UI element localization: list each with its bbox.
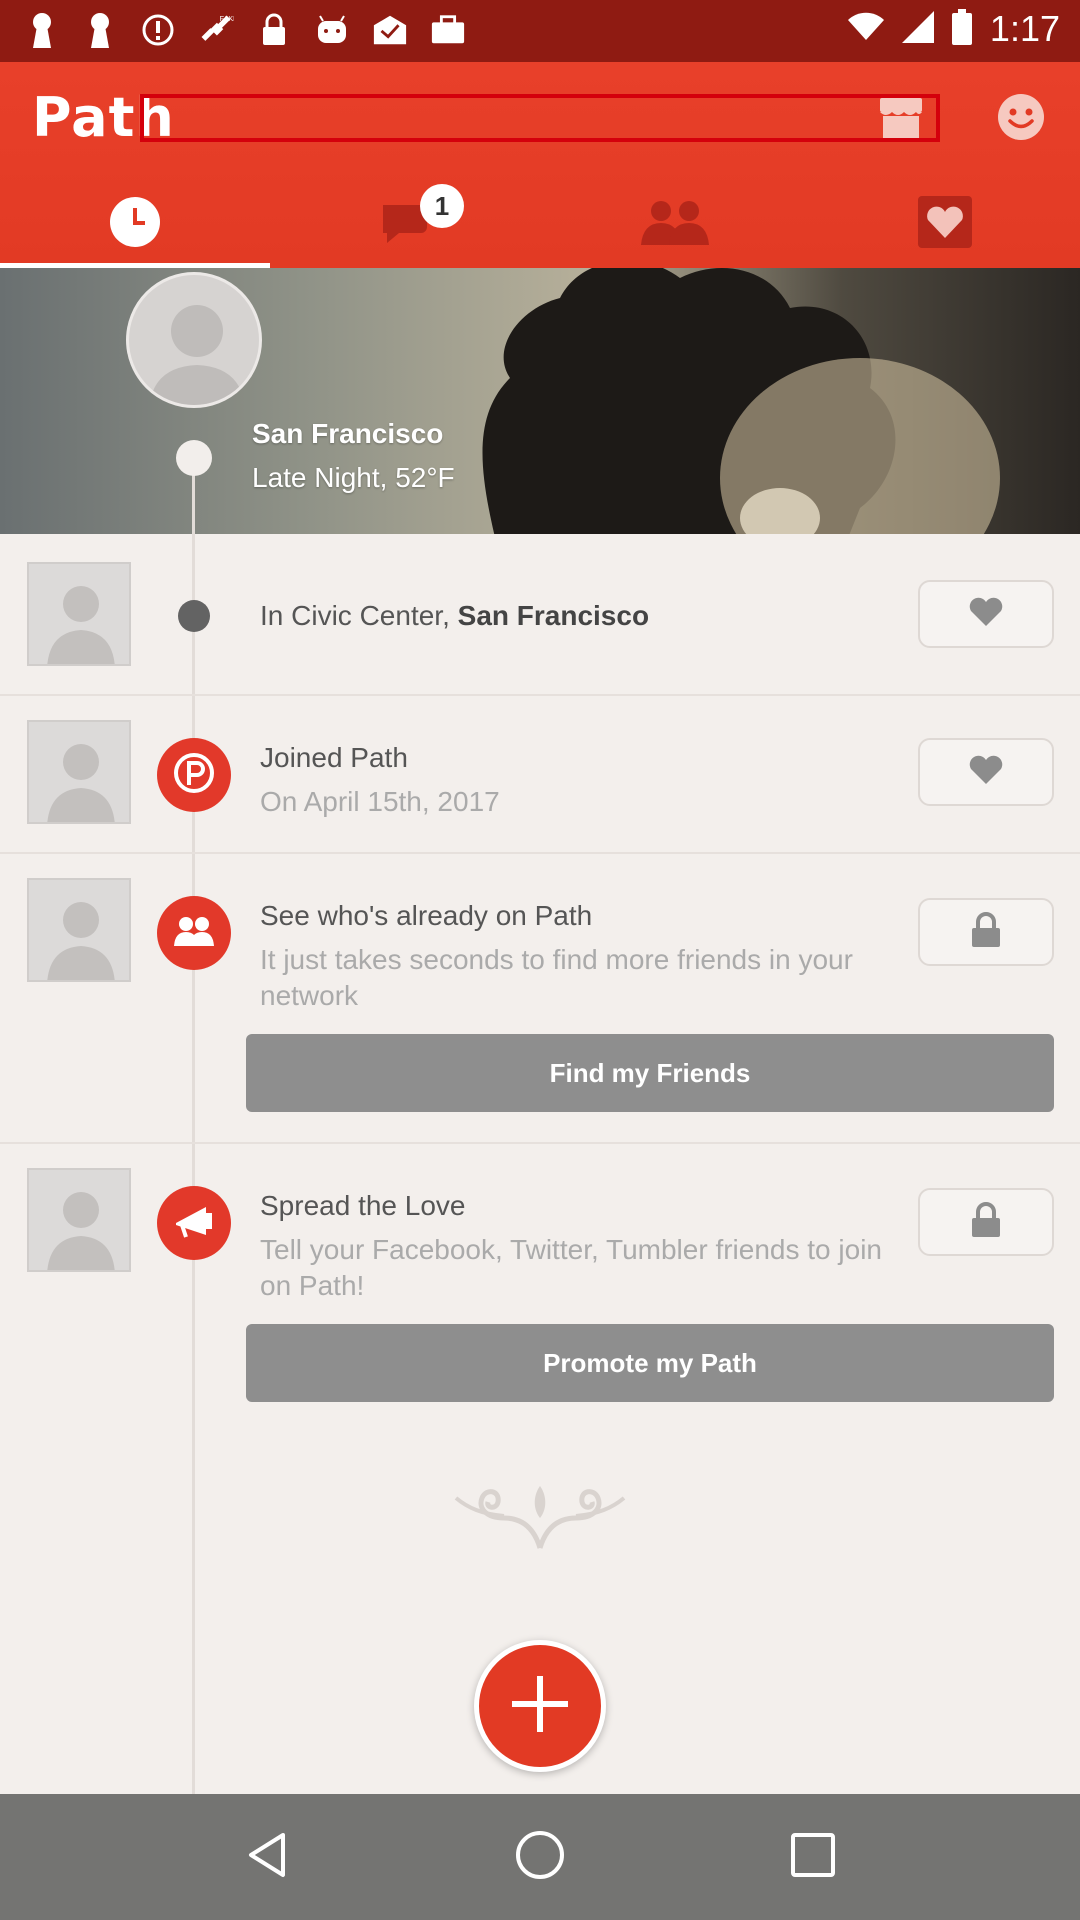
moment-subtitle: On April 15th, 2017 — [260, 786, 500, 817]
avatar — [27, 720, 131, 824]
search-field[interactable] — [140, 94, 940, 142]
recents-square-icon — [789, 1831, 837, 1884]
moment-subtitle: It just takes seconds to find more frien… — [260, 944, 853, 1011]
tab-bar: 1 — [0, 180, 1080, 268]
cover-weather: Late Night, 52°F — [252, 462, 455, 493]
cover-location: San Francisco — [252, 418, 444, 449]
friends-node — [157, 896, 231, 970]
shop-icon[interactable] — [876, 96, 926, 140]
path-logo-node — [157, 738, 231, 812]
lock-button[interactable] — [918, 898, 1054, 966]
recents-button[interactable] — [768, 1812, 858, 1902]
message-badge: 1 — [420, 184, 464, 228]
mail-check-icon — [372, 10, 408, 50]
notification-icons: FAKE — [24, 10, 466, 50]
people-icon — [639, 199, 711, 250]
avatar — [27, 1168, 131, 1272]
tab-timeline[interactable] — [0, 180, 270, 268]
home-button[interactable] — [495, 1812, 585, 1902]
alert-icon — [140, 10, 176, 50]
wifi-icon — [847, 12, 884, 47]
megaphone-icon — [172, 1203, 216, 1244]
tab-love[interactable] — [810, 180, 1080, 268]
moment-find-friends: See who's already on Path It just takes … — [0, 854, 1080, 1144]
plus-icon — [510, 1674, 570, 1739]
love-button[interactable] — [918, 738, 1054, 806]
location-dot — [178, 600, 210, 632]
system-nav-bar — [0, 1794, 1080, 1920]
love-button[interactable] — [918, 580, 1054, 648]
moment-joined[interactable]: Joined Path On April 15th, 2017 — [0, 696, 1080, 854]
tab-friends[interactable] — [540, 180, 810, 268]
tab-messages[interactable]: 1 — [270, 180, 540, 268]
app-header: Path 1 — [0, 62, 1080, 268]
status-bar: FAKE 1:17 — [0, 0, 1080, 62]
back-button[interactable] — [222, 1812, 312, 1902]
moment-title: Spread the Love — [260, 1190, 466, 1221]
lock-icon — [969, 911, 1003, 954]
heart-icon — [967, 754, 1005, 791]
smiley-icon[interactable] — [996, 92, 1046, 142]
lock-icon — [969, 1201, 1003, 1244]
clock-time: 1:17 — [989, 8, 1060, 49]
clock-icon — [109, 196, 161, 253]
ornament-divider — [452, 1478, 628, 1555]
moment-subtitle: Tell your Facebook, Twitter, Tumbler fri… — [260, 1234, 882, 1301]
profile-avatar[interactable] — [126, 272, 262, 408]
promote-path-button[interactable]: Promote my Path — [246, 1324, 1054, 1402]
lock-button[interactable] — [918, 1188, 1054, 1256]
lock-icon — [256, 10, 292, 50]
svg-text:FAKE: FAKE — [220, 14, 234, 23]
avatar — [27, 878, 131, 982]
signal-icon — [901, 10, 934, 48]
avatar — [27, 562, 131, 666]
heart-icon — [918, 195, 972, 253]
path-logo-icon — [172, 751, 216, 800]
android-icon — [314, 10, 350, 50]
people-icon — [173, 916, 215, 951]
add-moment-button[interactable] — [474, 1640, 606, 1772]
fake-gps-icon: FAKE — [198, 10, 234, 50]
moment-title: Joined Path — [260, 742, 408, 773]
keyhole-icon — [24, 10, 60, 50]
find-friends-button[interactable]: Find my Friends — [246, 1034, 1054, 1112]
back-triangle-icon — [245, 1831, 289, 1884]
heart-icon — [967, 596, 1005, 633]
moment-title-city: San Francisco — [457, 600, 650, 631]
moment-spread-love: Spread the Love Tell your Facebook, Twit… — [0, 1144, 1080, 1414]
leaf-image — [482, 268, 1000, 534]
system-status: 1:17 — [847, 8, 1060, 50]
moment-title: See who's already on Path — [260, 900, 593, 931]
home-circle-icon — [514, 1829, 566, 1886]
battery-icon — [951, 8, 972, 50]
briefcase-icon — [430, 10, 466, 50]
moment-title-prefix: In Civic Center, — [260, 600, 458, 631]
timeline-start-dot — [176, 440, 212, 476]
keyhole-icon — [82, 10, 118, 50]
megaphone-node — [157, 1186, 231, 1260]
moment-title: In Civic Center, San Francisco — [260, 600, 649, 632]
moment-location[interactable]: In Civic Center, San Francisco — [0, 534, 1080, 696]
